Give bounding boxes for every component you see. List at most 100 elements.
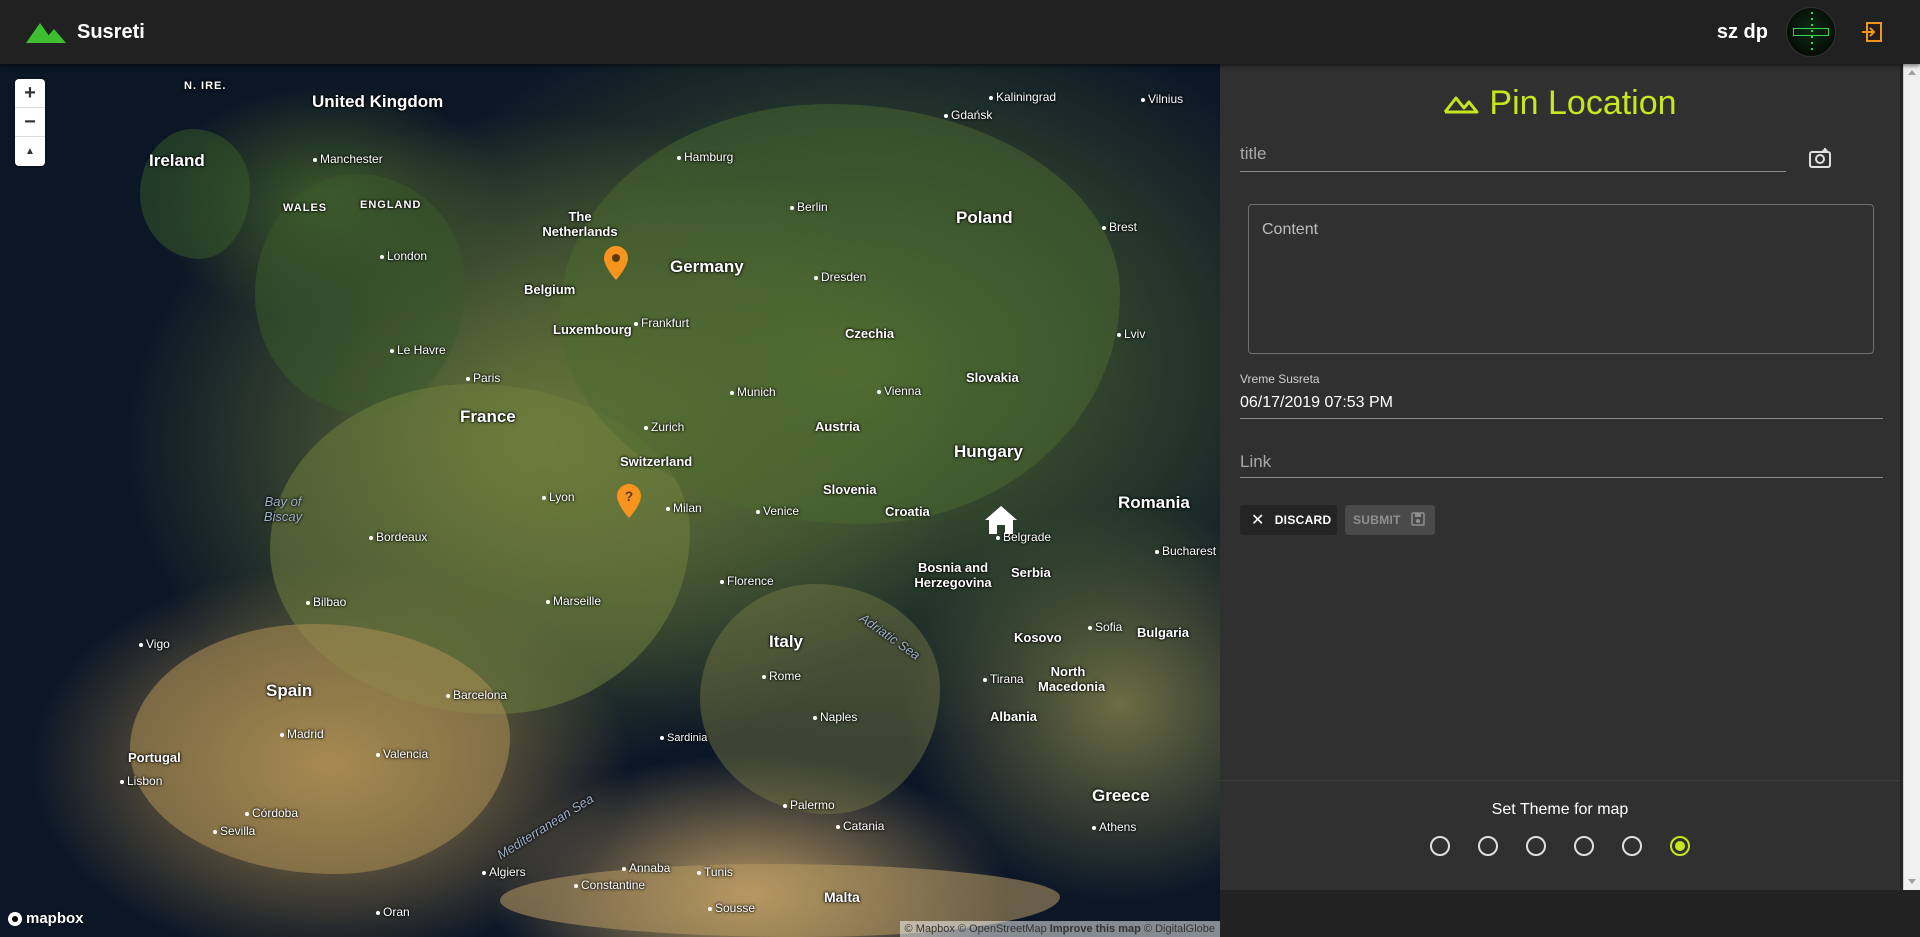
city-sofia: Sofia [1088, 620, 1122, 634]
city-venice: Venice [756, 504, 799, 518]
label-hungary: Hungary [954, 442, 1023, 461]
close-icon: ✕ [1251, 512, 1265, 529]
label-bay-of-biscay: Bay of Biscay [263, 494, 303, 524]
city-valencia: Valencia [376, 747, 428, 761]
city-tunis: Tunis [697, 865, 733, 879]
add-photo-icon[interactable] [1808, 146, 1834, 172]
mountain-icon [26, 21, 66, 43]
top-app-bar: Susreti sz dp [0, 0, 1920, 64]
label-luxembourg: Luxembourg [553, 322, 632, 337]
city-madrid: Madrid [280, 727, 324, 741]
discard-button[interactable]: ✕ DISCARD [1240, 505, 1337, 535]
theme-radio-4[interactable] [1574, 836, 1594, 856]
city-vigo: Vigo [139, 637, 170, 651]
map-pin-icon [604, 246, 628, 280]
city-lyon: Lyon [542, 490, 575, 504]
label-albania: Albania [990, 709, 1037, 724]
mountain-outline-icon [1444, 96, 1479, 113]
marker-home-belgrade[interactable] [985, 506, 1017, 539]
city-kaliningrad: Kaliningrad [989, 90, 1056, 104]
city-florence: Florence [720, 574, 774, 588]
map-attribution: © Mapbox © OpenStreetMap Improve this ma… [899, 921, 1220, 937]
city-vilnius: Vilnius [1141, 92, 1183, 106]
theme-radio-6[interactable] [1670, 836, 1690, 856]
city-bordeaux: Bordeaux [369, 530, 427, 544]
city-algiers: Algiers [482, 865, 526, 879]
label-n-ire: N. IRE. [184, 80, 227, 92]
panel-title: Pin Location [1220, 84, 1900, 123]
label-spain: Spain [266, 681, 313, 700]
label-croatia: Croatia [885, 504, 930, 519]
city-gdansk: Gdańsk [944, 108, 992, 122]
city-palermo: Palermo [783, 798, 835, 812]
city-vienna: Vienna [877, 384, 921, 398]
submit-button[interactable]: SUBMIT [1345, 505, 1435, 535]
theme-radio-2[interactable] [1478, 836, 1498, 856]
label-france: France [460, 407, 516, 426]
city-marseille: Marseille [546, 594, 601, 608]
zoom-out-button[interactable]: − [15, 108, 45, 137]
label-belgium: Belgium [524, 282, 576, 297]
label-czechia: Czechia [845, 326, 895, 341]
zoom-in-button[interactable]: + [15, 79, 45, 108]
mapbox-logo[interactable]: mapbox [8, 910, 84, 927]
label-germany: Germany [670, 257, 744, 276]
theme-radio-group [1220, 836, 1900, 856]
content-placeholder: Content [1262, 221, 1319, 238]
city-tirana: Tirana [983, 672, 1024, 686]
theme-radio-1[interactable] [1430, 836, 1450, 856]
city-berlin: Berlin [790, 200, 828, 214]
label-bulgaria: Bulgaria [1137, 625, 1190, 640]
compass-button[interactable]: ▲ [15, 137, 45, 166]
map-zoom-controls: + − ▲ [15, 79, 45, 166]
city-bucharest: Bucharest [1155, 544, 1216, 558]
city-sousse: Sousse [708, 901, 755, 915]
label-mediterranean-sea: Mediterranean Sea [494, 790, 597, 863]
city-sevilla: Sevilla [213, 824, 255, 838]
city-zurich: Zurich [644, 420, 684, 434]
label-kosovo: Kosovo [1014, 630, 1062, 645]
save-icon [1411, 511, 1425, 529]
city-constantine: Constantine [574, 878, 645, 892]
city-catania: Catania [836, 819, 884, 833]
label-malta: Malta [824, 889, 860, 905]
city-manchester: Manchester [313, 152, 383, 166]
city-munich: Munich [730, 385, 776, 399]
map-pin-question-icon: ? [617, 484, 641, 518]
theme-title: Set Theme for map [1491, 801, 1629, 818]
link-field[interactable]: Link [1240, 452, 1271, 472]
username: sz dp [1716, 20, 1768, 43]
improve-map-link[interactable]: Improve this map [1050, 923, 1141, 935]
city-naples: Naples [813, 710, 857, 724]
label-slovenia: Slovenia [823, 482, 877, 497]
label-austria: Austria [815, 419, 860, 434]
city-le-havre: Le Havre [390, 343, 446, 357]
content-textarea[interactable]: Content [1248, 204, 1874, 354]
label-italy: Italy [769, 632, 804, 651]
label-bosnia: Bosnia and Herzegovina [914, 560, 992, 590]
mapbox-icon [8, 911, 22, 926]
theme-radio-5[interactable] [1622, 836, 1642, 856]
brand[interactable]: Susreti [26, 21, 145, 44]
label-netherlands: The Netherlands [542, 209, 618, 239]
label-portugal: Portugal [128, 750, 181, 765]
label-serbia: Serbia [1011, 565, 1051, 580]
city-annaba: Annaba [622, 861, 670, 875]
marker-alps[interactable]: ? [617, 484, 641, 523]
label-romania: Romania [1118, 493, 1190, 512]
marker-germany[interactable] [604, 246, 628, 285]
panel-scrollbar[interactable] [1903, 64, 1920, 890]
city-athens: Athens [1092, 820, 1136, 834]
datetime-field[interactable]: 06/17/2019 07:53 PM [1240, 394, 1393, 412]
avatar[interactable] [1786, 7, 1836, 57]
label-north-macedonia: North Macedonia [1038, 664, 1106, 694]
logout-icon[interactable] [1858, 18, 1886, 46]
theme-radio-3[interactable] [1526, 836, 1546, 856]
city-lisbon: Lisbon [120, 774, 162, 788]
label-switzerland: Switzerland [620, 454, 693, 469]
title-field[interactable]: title [1240, 144, 1266, 164]
city-hamburg: Hamburg [677, 150, 733, 164]
city-rome: Rome [762, 669, 801, 683]
label-sardinia: Sardinia [660, 732, 707, 744]
map-canvas[interactable]: N. IRE. United Kingdom Ireland WALES ENG… [0, 64, 1220, 937]
